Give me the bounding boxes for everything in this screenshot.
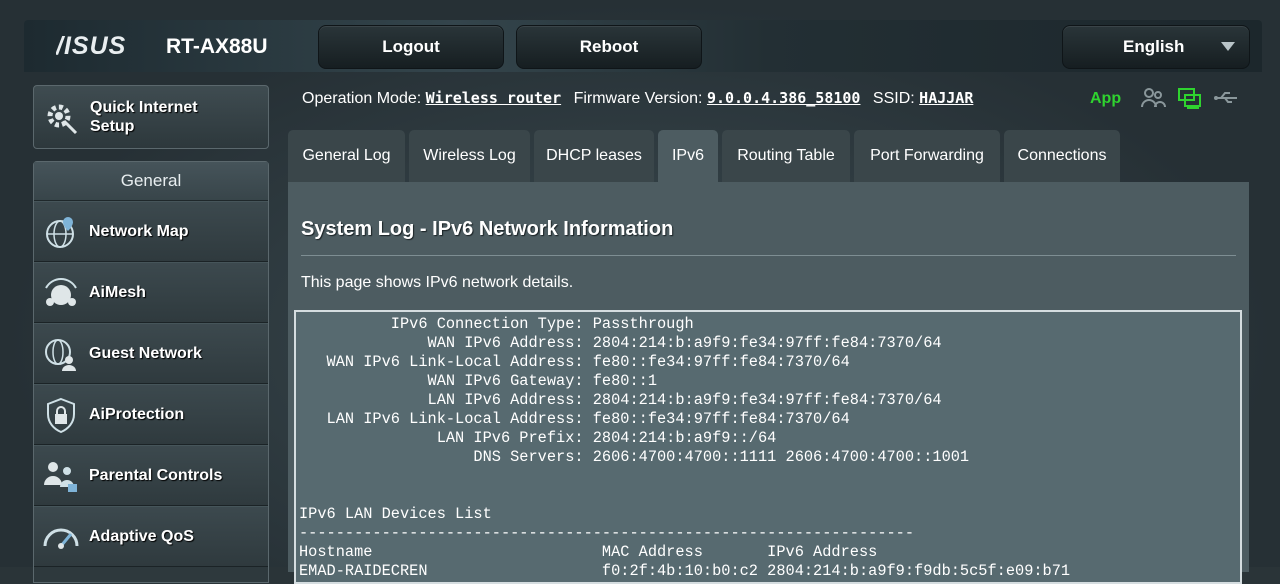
gear-wand-icon xyxy=(47,104,78,135)
log-line: DNS Servers: 2606:4700:4700::1111 2606:4… xyxy=(299,448,970,466)
guest-globe-icon xyxy=(45,338,76,371)
clients-icon[interactable] xyxy=(1140,86,1166,110)
asus-logo: /ISUS xyxy=(55,32,146,67)
ssid-link[interactable]: HAJJAR xyxy=(919,89,973,107)
network-status-icon[interactable] xyxy=(1177,86,1203,110)
log-line: Hostname MAC Address IPv6 Address xyxy=(299,543,878,561)
sidebar-item-network-map[interactable]: Network Map xyxy=(34,201,268,262)
quick-internet-setup-button[interactable]: Quick Internet Setup xyxy=(33,85,269,149)
operation-mode-link[interactable]: Wireless router xyxy=(426,89,561,107)
sidebar-item-guest-network[interactable]: Guest Network xyxy=(34,323,268,384)
sidebar-item-label: AiProtection xyxy=(89,405,185,423)
mesh-icon xyxy=(45,277,77,306)
main-content: System Log - IPv6 Network Information Th… xyxy=(288,182,1249,584)
sidebar-menu: General Network Map AiMesh Guest Network xyxy=(33,161,269,583)
tab-wireless-log[interactable]: Wireless Log xyxy=(409,130,530,182)
firmware-version-link[interactable]: 9.0.0.4.386_58100 xyxy=(707,89,861,107)
quick-setup-label: Quick Internet Setup xyxy=(90,99,198,135)
sidebar-item-label: Guest Network xyxy=(89,344,202,362)
tab-general-log[interactable]: General Log xyxy=(288,130,405,182)
reboot-button[interactable]: Reboot xyxy=(516,25,702,69)
tab-ipv6[interactable]: IPv6 xyxy=(658,130,718,182)
gauge-icon xyxy=(43,528,79,549)
log-line: WAN IPv6 Address: 2804:214:b:a9f9:fe34:9… xyxy=(299,334,942,352)
title-divider xyxy=(301,255,1236,256)
log-line: LAN IPv6 Address: 2804:214:b:a9f9:fe34:9… xyxy=(299,391,942,409)
operation-mode-label: Operation Mode: xyxy=(302,90,422,107)
log-line: ----------------------------------------… xyxy=(299,524,915,542)
lock-shield-icon xyxy=(47,397,75,433)
logout-button[interactable]: Logout xyxy=(318,25,504,69)
log-line: LAN IPv6 Link-Local Address: fe80::fe34:… xyxy=(299,410,850,428)
sidebar-item-parental-controls[interactable]: Parental Controls xyxy=(34,445,268,506)
app-link[interactable]: App xyxy=(1090,90,1121,108)
log-line: WAN IPv6 Gateway: fe80::1 xyxy=(299,372,658,390)
globe-pin-icon xyxy=(46,216,74,248)
log-line: IPv6 Connection Type: Passthrough xyxy=(299,315,694,333)
firmware-label: Firmware Version: xyxy=(573,90,703,107)
tab-connections[interactable]: Connections xyxy=(1004,130,1120,182)
sidebar-item-adaptive-qos[interactable]: Adaptive QoS xyxy=(34,506,268,567)
ssid-label: SSID: xyxy=(872,90,915,107)
chevron-down-icon xyxy=(1221,42,1235,51)
status-bar: Operation Mode: Wireless router Firmware… xyxy=(302,89,973,108)
sidebar-section-title: General xyxy=(34,162,268,201)
sidebar-item-label: Adaptive QoS xyxy=(89,527,194,545)
sidebar-item-aiprotection[interactable]: AiProtection xyxy=(34,384,268,445)
log-line: LAN IPv6 Prefix: 2804:214:b:a9f9::/64 xyxy=(299,429,777,447)
sidebar-item-label: AiMesh xyxy=(89,283,146,301)
page-title: System Log - IPv6 Network Information xyxy=(301,218,674,240)
sidebar-item-label: Parental Controls xyxy=(89,466,223,484)
language-value: English xyxy=(1123,37,1185,56)
family-icon xyxy=(44,461,77,492)
tab-routing-table[interactable]: Routing Table xyxy=(722,130,850,182)
ipv6-log-textarea[interactable]: IPv6 Connection Type: Passthrough WAN IP… xyxy=(294,310,1242,584)
top-header: /ISUS RT-AX88U Logout Reboot English xyxy=(24,20,1262,72)
router-model: RT-AX88U xyxy=(166,35,268,58)
log-line: IPv6 LAN Devices List xyxy=(299,505,492,523)
tab-port-forwarding[interactable]: Port Forwarding xyxy=(854,130,1000,182)
page-description: This page shows IPv6 network details. xyxy=(301,274,574,291)
svg-text:/ISUS: /ISUS xyxy=(56,32,126,60)
tab-dhcp-leases[interactable]: DHCP leases xyxy=(534,130,654,182)
sidebar-item-label: Network Map xyxy=(89,222,189,240)
sidebar-item-aimesh[interactable]: AiMesh xyxy=(34,262,268,323)
log-line: WAN IPv6 Link-Local Address: fe80::fe34:… xyxy=(299,353,850,371)
usb-icon[interactable] xyxy=(1213,86,1239,110)
language-select[interactable]: English xyxy=(1062,25,1250,69)
log-line: EMAD-RAIDECREN f0:2f:4b:10:b0:c2 2804:21… xyxy=(299,562,1071,580)
